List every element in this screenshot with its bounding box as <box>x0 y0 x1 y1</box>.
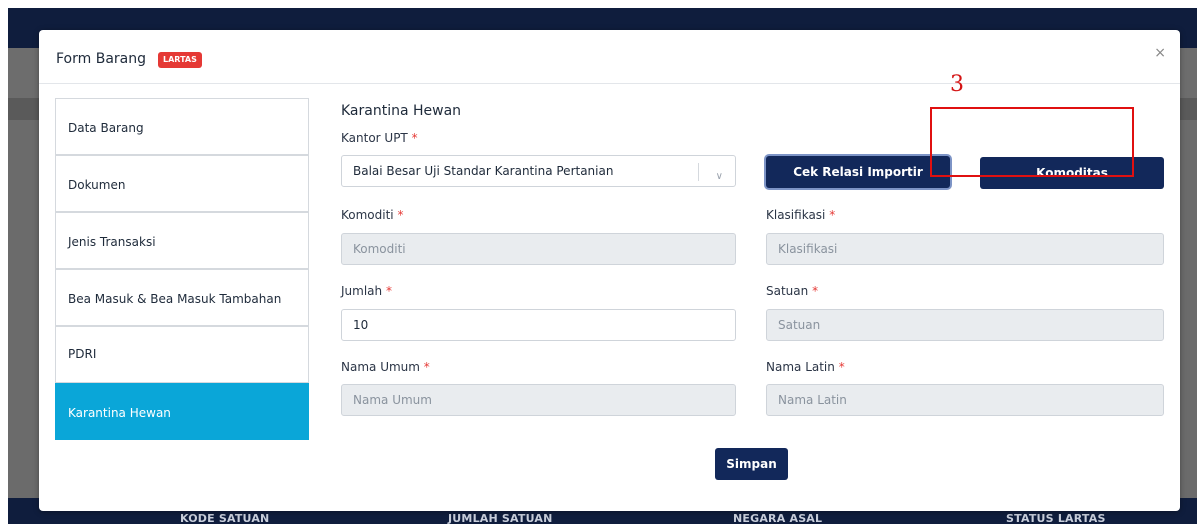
modal-title: Form Barang <box>56 51 146 67</box>
required-mark: * <box>812 284 819 298</box>
nama-latin-input[interactable]: Nama Latin <box>766 384 1164 416</box>
lartas-badge: LARTAS <box>158 52 202 68</box>
form-barang-modal: Form Barang LARTAS × Data Barang Dokumen… <box>39 30 1180 511</box>
sidebar-item-label: Jenis Transaksi <box>68 235 156 249</box>
label-text: Nama Latin <box>766 360 835 374</box>
jumlah-input[interactable]: 10 <box>341 309 736 341</box>
required-mark: * <box>838 360 845 374</box>
kantor-upt-label: Kantor UPT * <box>341 131 418 145</box>
kantor-upt-value: Balai Besar Uji Standar Karantina Pertan… <box>353 164 614 178</box>
annotation-number: 3 <box>950 72 964 97</box>
sidebar-item-label: Data Barang <box>68 121 144 135</box>
label-text: Nama Umum <box>341 360 420 374</box>
nama-latin-label: Nama Latin * <box>766 360 845 374</box>
sidebar-item-karantina-hewan[interactable]: Karantina Hewan <box>55 383 309 440</box>
komoditi-label: Komoditi * <box>341 208 403 222</box>
required-mark: * <box>423 360 430 374</box>
klasifikasi-input[interactable]: Klasifikasi <box>766 233 1164 265</box>
jumlah-label: Jumlah * <box>341 284 392 298</box>
modal-header: Form Barang LARTAS × <box>39 30 1180 84</box>
label-text: Klasifikasi <box>766 208 826 222</box>
klasifikasi-label: Klasifikasi * <box>766 208 835 222</box>
close-icon[interactable]: × <box>1154 45 1166 61</box>
chevron-down-icon: ∨ <box>715 171 723 182</box>
column-header-negara-asal: NEGARA ASAL <box>733 512 823 525</box>
sidebar-item-dokumen[interactable]: Dokumen <box>55 155 309 212</box>
cek-relasi-importir-button[interactable]: Cek Relasi Importir <box>766 156 950 188</box>
sidebar-item-jenis-transaksi[interactable]: Jenis Transaksi <box>55 212 309 269</box>
column-header-status-lartas: STATUS LARTAS <box>1006 512 1106 525</box>
kantor-upt-select[interactable]: Balai Besar Uji Standar Karantina Pertan… <box>341 155 736 187</box>
column-header-kode-satuan: KODE SATUAN <box>180 512 270 525</box>
label-text: Satuan <box>766 284 809 298</box>
komoditi-input[interactable]: Komoditi <box>341 233 736 265</box>
required-mark: * <box>397 208 404 222</box>
column-header-jumlah-satuan: JUMLAH SATUAN <box>448 512 553 525</box>
required-mark: * <box>385 284 392 298</box>
satuan-label: Satuan * <box>766 284 818 298</box>
annotation-highlight-box <box>930 107 1134 177</box>
sidebar-item-label: PDRI <box>68 347 97 361</box>
nama-umum-label: Nama Umum * <box>341 360 430 374</box>
sidebar-item-bea-masuk[interactable]: Bea Masuk & Bea Masuk Tambahan <box>55 269 309 326</box>
label-text: Kantor UPT <box>341 131 408 145</box>
required-mark: * <box>411 131 418 145</box>
sidebar-item-pdri[interactable]: PDRI <box>55 326 309 383</box>
select-divider <box>698 163 699 181</box>
label-text: Komoditi <box>341 208 394 222</box>
nama-umum-input[interactable]: Nama Umum <box>341 384 736 416</box>
sidebar-item-label: Bea Masuk & Bea Masuk Tambahan <box>68 292 282 306</box>
section-title: Karantina Hewan <box>341 103 462 119</box>
satuan-input[interactable]: Satuan <box>766 309 1164 341</box>
required-mark: * <box>829 208 836 222</box>
simpan-button[interactable]: Simpan <box>715 448 788 480</box>
sidebar-item-label: Dokumen <box>68 178 126 192</box>
label-text: Jumlah <box>341 284 383 298</box>
sidebar-item-data-barang[interactable]: Data Barang <box>55 98 309 155</box>
sidebar-item-label: Karantina Hewan <box>68 406 171 420</box>
